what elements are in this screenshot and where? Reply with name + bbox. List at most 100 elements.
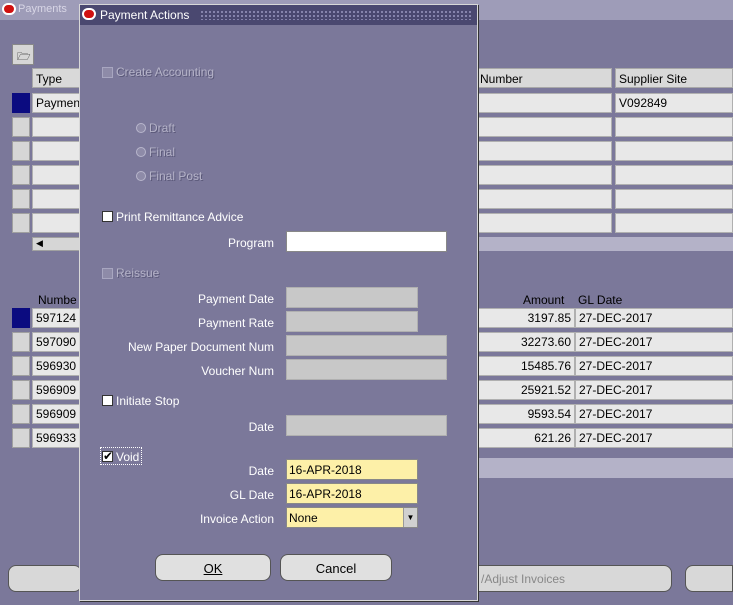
horizontal-scrollbar-track[interactable] [476, 237, 733, 251]
number-cell[interactable]: 596909 [32, 404, 80, 424]
number-cell[interactable]: 596930 [32, 356, 80, 376]
row-selector[interactable] [12, 213, 30, 233]
invoice-action-label: Invoice Action [199, 512, 274, 526]
column-header-gl-date: GL Date [578, 293, 623, 307]
invoice-action-value: None [289, 511, 318, 525]
row-selector[interactable] [12, 332, 30, 352]
number-cell[interactable] [476, 141, 612, 161]
gl-date-cell[interactable]: 27-DEC-2017 [575, 428, 733, 448]
print-remittance-label: Print Remittance Advice [116, 210, 244, 224]
initiate-stop-checkbox[interactable] [102, 395, 113, 406]
number-cell[interactable] [476, 189, 612, 209]
number-cell[interactable]: 596909 [32, 380, 80, 400]
supplier-site-cell[interactable]: V092849 [615, 93, 733, 113]
payment-date-field[interactable] [286, 287, 418, 308]
number-cell[interactable] [476, 165, 612, 185]
payment-rate-field[interactable] [286, 311, 418, 332]
final-post-label: Final Post [149, 169, 203, 183]
row-selector[interactable] [12, 356, 30, 376]
row-selector[interactable] [12, 117, 30, 137]
payment-date-label: Payment Date [197, 292, 274, 306]
number-cell[interactable] [476, 117, 612, 137]
draft-radio[interactable] [136, 123, 146, 133]
open-folder-button[interactable]: 🗁 [12, 44, 34, 65]
background-button[interactable] [8, 565, 82, 592]
chevron-down-icon[interactable]: ▼ [403, 508, 417, 527]
amount-cell[interactable]: 621.26 [476, 428, 575, 448]
type-cell[interactable] [32, 165, 80, 185]
stop-date-field[interactable] [286, 415, 447, 436]
row-selector[interactable] [12, 308, 30, 328]
program-label: Program [227, 236, 274, 250]
type-cell[interactable] [32, 141, 80, 161]
amount-cell[interactable]: 3197.85 [476, 308, 575, 328]
amount-cell[interactable]: 25921.52 [476, 380, 575, 400]
ok-button[interactable]: OK [155, 554, 271, 581]
row-selector[interactable] [12, 428, 30, 448]
scroll-left-icon: ◀ [36, 238, 43, 248]
dialog-title-bar[interactable]: Payment Actions [80, 5, 477, 25]
supplier-site-cell[interactable] [615, 165, 733, 185]
amount-cell[interactable]: 32273.60 [476, 332, 575, 352]
supplier-site-cell[interactable] [615, 117, 733, 137]
amount-cell[interactable]: 15485.76 [476, 356, 575, 376]
gl-date-cell[interactable]: 27-DEC-2017 [575, 308, 733, 328]
background-window-title: Payments [18, 3, 67, 15]
row-selector[interactable] [12, 93, 30, 113]
gl-date-field[interactable]: 16-APR-2018 [286, 483, 418, 504]
type-cell[interactable] [32, 213, 80, 233]
new-paper-document-num-field[interactable] [286, 335, 447, 356]
reissue-label: Reissue [116, 266, 160, 280]
final-post-radio[interactable] [136, 171, 146, 181]
payment-rate-label: Payment Rate [197, 316, 274, 330]
cancel-button[interactable]: Cancel [280, 554, 392, 581]
final-radio[interactable] [136, 147, 146, 157]
number-cell[interactable]: 597124 [32, 308, 80, 328]
void-date-field[interactable]: 16-APR-2018 [286, 459, 418, 480]
reissue-checkbox[interactable] [102, 268, 113, 279]
horizontal-scrollbar-track[interactable] [476, 458, 733, 478]
type-cell[interactable] [32, 189, 80, 209]
dialog-title: Payment Actions [100, 8, 190, 22]
amount-cell[interactable]: 9593.54 [476, 404, 575, 424]
voucher-num-field[interactable] [286, 359, 447, 380]
background-button[interactable] [685, 565, 733, 592]
new-paper-document-num-label: New Paper Document Num [127, 340, 274, 354]
row-selector[interactable] [12, 404, 30, 424]
void-date-label: Date [248, 464, 274, 478]
type-cell[interactable] [32, 117, 80, 137]
program-field[interactable] [286, 231, 447, 252]
supplier-site-cell[interactable] [615, 189, 733, 209]
row-selector[interactable] [12, 141, 30, 161]
oracle-logo-icon [82, 8, 96, 20]
row-selector[interactable] [12, 165, 30, 185]
supplier-site-cell[interactable] [615, 141, 733, 161]
gl-date-cell[interactable]: 27-DEC-2017 [575, 332, 733, 352]
create-accounting-checkbox[interactable] [102, 67, 113, 78]
supplier-site-cell[interactable] [615, 213, 733, 233]
print-remittance-checkbox[interactable] [102, 211, 113, 222]
column-header-number: Numbe [38, 293, 77, 307]
row-selector[interactable] [12, 189, 30, 209]
payment-actions-dialog: Payment Actions Create Accounting Draft … [79, 4, 478, 601]
invoice-action-select[interactable]: None ▼ [286, 507, 418, 528]
title-bar-grip [200, 10, 472, 20]
horizontal-scrollbar[interactable]: ◀ [32, 237, 80, 251]
gl-date-cell[interactable]: 27-DEC-2017 [575, 356, 733, 376]
gl-date-label: GL Date [229, 488, 274, 502]
draft-label: Draft [149, 121, 176, 135]
number-cell[interactable]: 596933 [32, 428, 80, 448]
number-cell[interactable]: 597090 [32, 332, 80, 352]
adjust-invoices-button[interactable]: /Adjust Invoices [476, 565, 672, 592]
gl-date-cell[interactable]: 27-DEC-2017 [575, 404, 733, 424]
stop-date-label: Date [248, 420, 274, 434]
number-cell[interactable] [476, 213, 612, 233]
column-header-number: Number [476, 68, 612, 88]
gl-date-cell[interactable]: 27-DEC-2017 [575, 380, 733, 400]
voucher-num-label: Voucher Num [201, 364, 274, 378]
folder-icon: 🗁 [17, 51, 31, 63]
type-cell[interactable]: Paymen [32, 93, 80, 113]
void-checkbox[interactable]: ✔ [102, 449, 113, 463]
number-cell[interactable] [476, 93, 612, 113]
row-selector[interactable] [12, 380, 30, 400]
